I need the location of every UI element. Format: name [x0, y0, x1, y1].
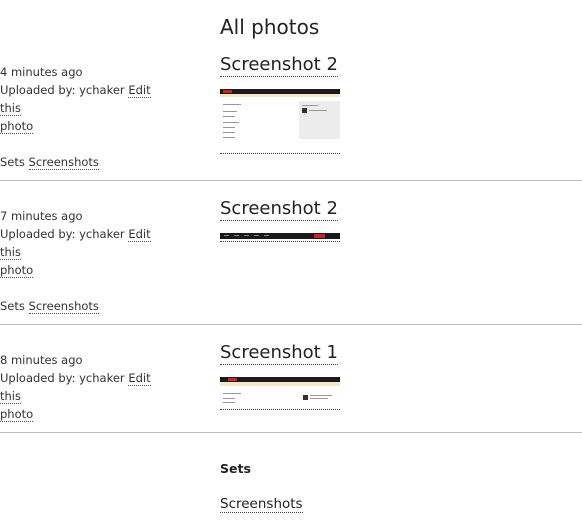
uploaded-by-label: Uploaded by: ychaker — [0, 371, 125, 385]
sets-heading: Sets — [220, 461, 251, 476]
photo-thumbnail[interactable] — [220, 233, 340, 242]
sets-item-screenshots[interactable]: Screenshots — [220, 496, 303, 513]
sets-label: Sets — [0, 299, 25, 313]
row-separator — [0, 324, 582, 325]
photo-meta: 8 minutes ago Uploaded by: ychaker Edit … — [0, 351, 175, 423]
page-title: All photos — [220, 15, 320, 39]
photo-meta: 7 minutes ago Uploaded by: ychaker Edit … — [0, 207, 175, 315]
photo-thumbnail[interactable] — [220, 89, 340, 154]
photo-title-link[interactable]: Screenshot 1 — [220, 342, 338, 365]
sets-label: Sets — [0, 155, 25, 169]
uploaded-by-label: Uploaded by: ychaker — [0, 83, 125, 97]
upload-time: 8 minutes ago — [0, 353, 83, 367]
edit-photo-link-cont[interactable]: photo — [0, 119, 34, 134]
upload-time: 7 minutes ago — [0, 209, 83, 223]
photo-meta: 4 minutes ago Uploaded by: ychaker Edit … — [0, 63, 175, 171]
upload-time: 4 minutes ago — [0, 65, 83, 79]
edit-photo-link-cont[interactable]: photo — [0, 407, 34, 422]
photo-title-link[interactable]: Screenshot 2 — [220, 54, 338, 77]
set-link[interactable]: Screenshots — [28, 155, 99, 170]
uploaded-by-label: Uploaded by: ychaker — [0, 227, 125, 241]
edit-photo-link-cont[interactable]: photo — [0, 263, 34, 278]
photo-title-link[interactable]: Screenshot 2 — [220, 198, 338, 221]
row-separator — [0, 432, 582, 433]
row-separator — [0, 180, 582, 181]
photo-thumbnail[interactable] — [220, 377, 340, 410]
set-link[interactable]: Screenshots — [28, 299, 99, 314]
